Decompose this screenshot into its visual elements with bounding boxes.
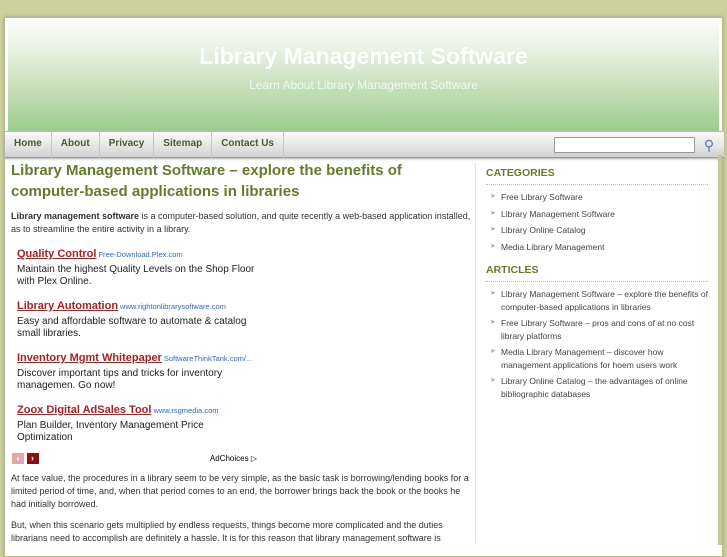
main-content: Library Management Software – explore th… bbox=[11, 160, 471, 545]
ad-block: Quality Control Free-Download.Plex.com Mai… bbox=[11, 248, 471, 464]
ad-url[interactable]: Free-Download.Plex.com bbox=[98, 250, 182, 259]
nav-about[interactable]: About bbox=[52, 132, 100, 158]
category-link[interactable]: ➤ Library Management Software bbox=[486, 208, 708, 221]
article-link[interactable]: ➤ Library Management Software – explore t… bbox=[486, 288, 708, 313]
ad-prev-button[interactable]: ‹ bbox=[12, 453, 24, 464]
article-intro: Library management software is a compute… bbox=[11, 210, 471, 236]
ad-next-button[interactable]: › bbox=[26, 453, 39, 464]
arrow-bullet-icon: ➤ bbox=[490, 290, 496, 297]
arrow-bullet-icon: ➤ bbox=[490, 377, 496, 384]
ad-title[interactable]: Library Automation bbox=[17, 300, 118, 312]
articles-heading: ARTICLES bbox=[486, 264, 708, 282]
ad-title[interactable]: Quality Control bbox=[17, 248, 96, 260]
ad-title[interactable]: Zoox Digital AdSales Tool bbox=[17, 404, 151, 416]
adchoices-icon: ▷ bbox=[250, 454, 257, 463]
adchoices-label: AdChoices bbox=[209, 454, 249, 463]
categories-heading: CATEGORIES bbox=[486, 167, 708, 185]
adchoices-link[interactable]: AdChoices ▷ bbox=[210, 452, 257, 465]
arrow-bullet-icon: ➤ bbox=[490, 226, 496, 233]
articles-list: ➤ Library Management Software – explore t… bbox=[486, 288, 708, 400]
magnifier-icon: ⚲ bbox=[703, 137, 715, 153]
sidebar: CATEGORIES ➤ Free Library Software ➤ Libra… bbox=[486, 167, 708, 411]
ad-url[interactable]: SoftwareThinkTank.com/... bbox=[164, 354, 252, 363]
nav-privacy[interactable]: Privacy bbox=[100, 132, 155, 158]
article-link[interactable]: ➤ Library Online Catalog – the advantages… bbox=[486, 375, 708, 400]
arrow-bullet-icon: ➤ bbox=[490, 209, 496, 217]
arrow-bullet-icon: ➤ bbox=[490, 348, 496, 355]
arrow-bullet-icon: ➤ bbox=[490, 319, 496, 326]
ad-desc: Plan Builder, Inventory Management Price… bbox=[17, 420, 204, 443]
ad-url[interactable]: www.rsgmedia.com bbox=[153, 406, 218, 415]
article-paragraph: But, when this scenario gets multiplied … bbox=[11, 520, 443, 543]
search-button[interactable]: ⚲ bbox=[700, 136, 718, 154]
ad-item: Library Automation www.rightonlibrarysoft… bbox=[17, 300, 471, 340]
nav-home[interactable]: Home bbox=[5, 132, 52, 158]
main-nav: Home About Privacy Sitemap Contact Us ⚲ bbox=[5, 131, 724, 158]
nav-sitemap[interactable]: Sitemap bbox=[154, 132, 213, 158]
page-edge bbox=[718, 155, 722, 545]
nav-contact-us[interactable]: Contact Us bbox=[212, 132, 284, 158]
article-paragraph: At face value, the procedures in a libra… bbox=[11, 473, 469, 509]
categories-list: ➤ Free Library Software ➤ Library Manageme… bbox=[486, 191, 708, 253]
ad-title[interactable]: Inventory Mgmt Whitepaper bbox=[17, 352, 162, 364]
search-input[interactable] bbox=[554, 137, 695, 153]
intro-bold: Library management software bbox=[11, 211, 140, 221]
category-link[interactable]: ➤ Media Library Management bbox=[486, 241, 708, 254]
ad-desc: Discover important tips and tricks for i… bbox=[17, 368, 223, 391]
column-divider bbox=[475, 163, 476, 543]
ad-item: Zoox Digital AdSales Tool www.rsgmedia.co… bbox=[17, 404, 471, 444]
site-tagline: Learn About Library Management Software bbox=[249, 78, 478, 92]
arrow-bullet-icon: ➤ bbox=[490, 242, 496, 250]
ad-desc: Maintain the highest Quality Levels on t… bbox=[17, 264, 255, 287]
ad-navigation: ‹ › AdChoices ▷ bbox=[12, 452, 257, 464]
article-title[interactable]: Library Management Software – explore th… bbox=[11, 160, 471, 202]
ad-desc: Easy and affordable software to automate… bbox=[17, 316, 247, 339]
arrow-bullet-icon: ➤ bbox=[490, 193, 496, 200]
article-link[interactable]: ➤ Free Library Software – pros and cons o… bbox=[486, 317, 708, 342]
ad-url[interactable]: www.rightonlibrarysoftware.com bbox=[120, 302, 226, 311]
article-link[interactable]: ➤ Media Library Management – discover how… bbox=[486, 346, 708, 371]
ad-item: Inventory Mgmt Whitepaper SoftwareThinkTa… bbox=[17, 352, 471, 392]
ad-item: Quality Control Free-Download.Plex.com Mai… bbox=[17, 248, 471, 288]
category-link[interactable]: ➤ Free Library Software bbox=[486, 191, 708, 204]
site-header: Library Management Software Learn About … bbox=[8, 21, 719, 131]
site-title[interactable]: Library Management Software bbox=[8, 43, 719, 70]
category-link[interactable]: ➤ Library Online Catalog bbox=[486, 224, 708, 237]
